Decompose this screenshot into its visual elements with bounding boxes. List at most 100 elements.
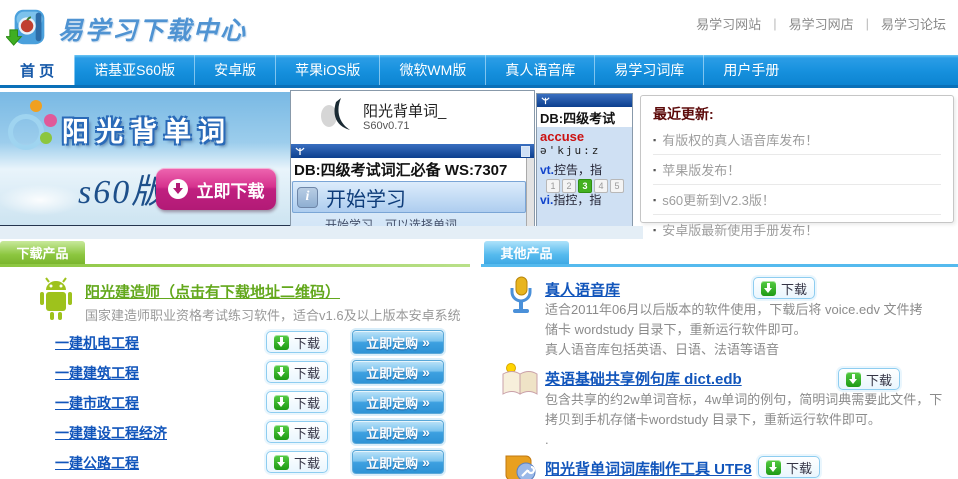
product-link[interactable]: 一建公路工程 bbox=[55, 453, 139, 473]
link-website[interactable]: 易学习网站 bbox=[696, 14, 761, 33]
section-underline bbox=[0, 264, 470, 267]
product-row: 一建建筑工程 下载 立即定购» bbox=[0, 360, 470, 387]
top-links: 易学习网站 | 易学习网店 | 易学习论坛 bbox=[696, 14, 946, 33]
open-book-icon bbox=[499, 362, 541, 403]
order-button[interactable]: 立即定购» bbox=[352, 450, 444, 474]
signal-antenna-icon bbox=[295, 146, 305, 156]
bullet-icon: ▪ bbox=[653, 165, 656, 175]
banner-subtitle: s60版 bbox=[78, 164, 167, 213]
word-card: accuse ə'kju:z vt.控告，指 1 2 3 4 5 vi.指控，指 bbox=[537, 127, 632, 234]
order-button[interactable]: 立即定购» bbox=[352, 360, 444, 384]
order-button[interactable]: 立即定购» bbox=[352, 330, 444, 354]
word-definition: vi.指控，指 bbox=[540, 193, 632, 208]
other-product-desc: 包含共享的约2w单词音标，4w单词的例句，简明词典需要此文件，下 拷贝到手机存储… bbox=[545, 390, 942, 450]
banner-title: 阳光背单词 bbox=[62, 110, 232, 149]
app-screenshot-word: DB:四级考试 accuse ə'kju:z vt.控告，指 1 2 3 4 5… bbox=[536, 93, 633, 234]
update-item[interactable]: ▪ 苹果版发布！ bbox=[653, 155, 941, 185]
product-link[interactable]: 一建市政工程 bbox=[55, 393, 139, 413]
update-item[interactable]: ▪ s60更新到V2.3版！ bbox=[653, 185, 941, 215]
site-logo[interactable]: 易学习下载中心 bbox=[6, 3, 247, 54]
other-product-desc: 适合2011年06月以后版本的软件使用，下载后将 voice.edv 文件拷 储… bbox=[545, 300, 923, 360]
app-logo-icon bbox=[319, 96, 353, 139]
download-now-button[interactable]: 立即下载 bbox=[156, 168, 276, 210]
page-number[interactable]: 5 bbox=[610, 179, 624, 193]
screenshot-splash: 阳光背单词_ S60v0.71 bbox=[291, 91, 534, 144]
download-button[interactable]: 下载 bbox=[266, 451, 328, 473]
download-button[interactable]: 下载 bbox=[838, 368, 900, 390]
page-number[interactable]: 2 bbox=[562, 179, 576, 193]
download-button[interactable]: 下载 bbox=[753, 277, 815, 299]
other-product-link[interactable]: 真人语音库 bbox=[545, 279, 620, 300]
updates-title: 最近更新: bbox=[653, 104, 941, 124]
product-link[interactable]: 一建建筑工程 bbox=[55, 363, 139, 383]
word-phonetic: ə'kju:z bbox=[540, 144, 632, 157]
download-button[interactable]: 下载 bbox=[266, 361, 328, 383]
android-robot-icon bbox=[34, 276, 78, 329]
site-title: 易学习下载中心 bbox=[58, 11, 247, 47]
banner-bottom-strip bbox=[0, 226, 643, 239]
order-button[interactable]: 立即定购» bbox=[352, 420, 444, 444]
banner-decoration-icon bbox=[8, 114, 44, 150]
product-row: 一建市政工程 下载 立即定购» bbox=[0, 390, 470, 417]
banner-decoration-icon bbox=[30, 100, 42, 112]
nav-user-manual[interactable]: 用户手册 bbox=[703, 55, 798, 85]
update-item[interactable]: ▪ 有版权的真人语音库发布！ bbox=[653, 125, 941, 155]
section-underline bbox=[481, 264, 958, 267]
page: 易学习下载中心 易学习网站 | 易学习网店 | 易学习论坛 首 页 诺基亚S60… bbox=[0, 0, 958, 479]
promo-banner: 阳光背单词 s60版 立即下载 bbox=[0, 92, 290, 227]
phone-statusbar bbox=[291, 144, 534, 158]
bullet-icon: ▪ bbox=[653, 135, 656, 145]
nav-word-library[interactable]: 易学习词库 bbox=[594, 55, 703, 85]
app-version: S60v0.71 bbox=[363, 120, 446, 132]
order-button[interactable]: 立即定购» bbox=[352, 390, 444, 414]
product-title-builder[interactable]: 阳光建造师（点击有下载地址二维码） bbox=[85, 281, 340, 302]
chevron-right-icon: » bbox=[422, 394, 430, 410]
page-number-active[interactable]: 3 bbox=[578, 179, 592, 193]
download-button[interactable]: 下载 bbox=[266, 391, 328, 413]
nav-android[interactable]: 安卓版 bbox=[194, 55, 275, 85]
chevron-right-icon: » bbox=[422, 424, 430, 440]
product-row: 一建公路工程 下载 立即定购» bbox=[0, 450, 470, 477]
recent-updates-box: 最近更新: ▪ 有版权的真人语音库发布！ ▪ 苹果版发布！ ▪ s60更新到V2… bbox=[640, 95, 954, 223]
download-arrow-icon bbox=[766, 460, 781, 475]
word-headword: accuse bbox=[540, 129, 632, 144]
chevron-right-icon: » bbox=[422, 334, 430, 350]
product-link[interactable]: 一建建设工程经济 bbox=[55, 423, 167, 443]
info-icon: i bbox=[297, 187, 318, 208]
other-product-link[interactable]: 阳光背单词词库制作工具 UTF8 bbox=[545, 458, 752, 479]
chevron-right-icon: » bbox=[422, 454, 430, 470]
nav-home[interactable]: 首 页 bbox=[0, 55, 74, 85]
link-shop[interactable]: 易学习网店 bbox=[789, 14, 854, 33]
download-arrow-icon bbox=[274, 455, 289, 470]
page-number[interactable]: 1 bbox=[546, 179, 560, 193]
main-nav: 首 页 诺基亚S60版 安卓版 苹果iOS版 微软WM版 真人语音库 易学习词库… bbox=[0, 55, 958, 88]
page-number[interactable]: 4 bbox=[594, 179, 608, 193]
download-button[interactable]: 下载 bbox=[266, 331, 328, 353]
tab-download-products[interactable]: 下载产品 bbox=[0, 241, 85, 264]
scrollbar bbox=[526, 158, 534, 233]
download-button[interactable]: 下载 bbox=[758, 456, 820, 478]
update-item[interactable]: ▪ 安卓版最新使用手册发布！ bbox=[653, 215, 941, 244]
backpack-download-icon bbox=[6, 3, 52, 54]
banner-decoration-icon bbox=[40, 132, 52, 144]
other-product-link[interactable]: 英语基础共享例句库 dict.edb bbox=[545, 368, 742, 389]
download-arrow-icon bbox=[761, 281, 776, 296]
nav-voice-library[interactable]: 真人语音库 bbox=[485, 55, 594, 85]
header: 易学习下载中心 易学习网站 | 易学习网店 | 易学习论坛 bbox=[0, 0, 958, 55]
bullet-icon: ▪ bbox=[653, 225, 656, 235]
nav-windows-mobile[interactable]: 微软WM版 bbox=[379, 55, 485, 85]
product-link[interactable]: 一建机电工程 bbox=[55, 333, 139, 353]
download-arrow-icon bbox=[274, 425, 289, 440]
nav-apple-ios[interactable]: 苹果iOS版 bbox=[275, 55, 379, 85]
menu-selected-row: i 开始学习 bbox=[292, 181, 526, 213]
product-row: 一建机电工程 下载 立即定购» bbox=[0, 330, 470, 357]
link-separator: | bbox=[773, 16, 776, 31]
pagination: 1 2 3 4 5 bbox=[546, 179, 632, 193]
tab-other-products[interactable]: 其他产品 bbox=[484, 241, 569, 264]
download-button[interactable]: 下载 bbox=[266, 421, 328, 443]
app-screenshot-main: 阳光背单词_ S60v0.71 DB:四级考试词汇必备 WS:7307 i 开始… bbox=[290, 90, 535, 234]
bullet-icon: ▪ bbox=[653, 195, 656, 205]
link-forum[interactable]: 易学习论坛 bbox=[881, 14, 946, 33]
download-arrow-icon bbox=[168, 179, 188, 199]
nav-nokia-s60[interactable]: 诺基亚S60版 bbox=[74, 55, 194, 85]
